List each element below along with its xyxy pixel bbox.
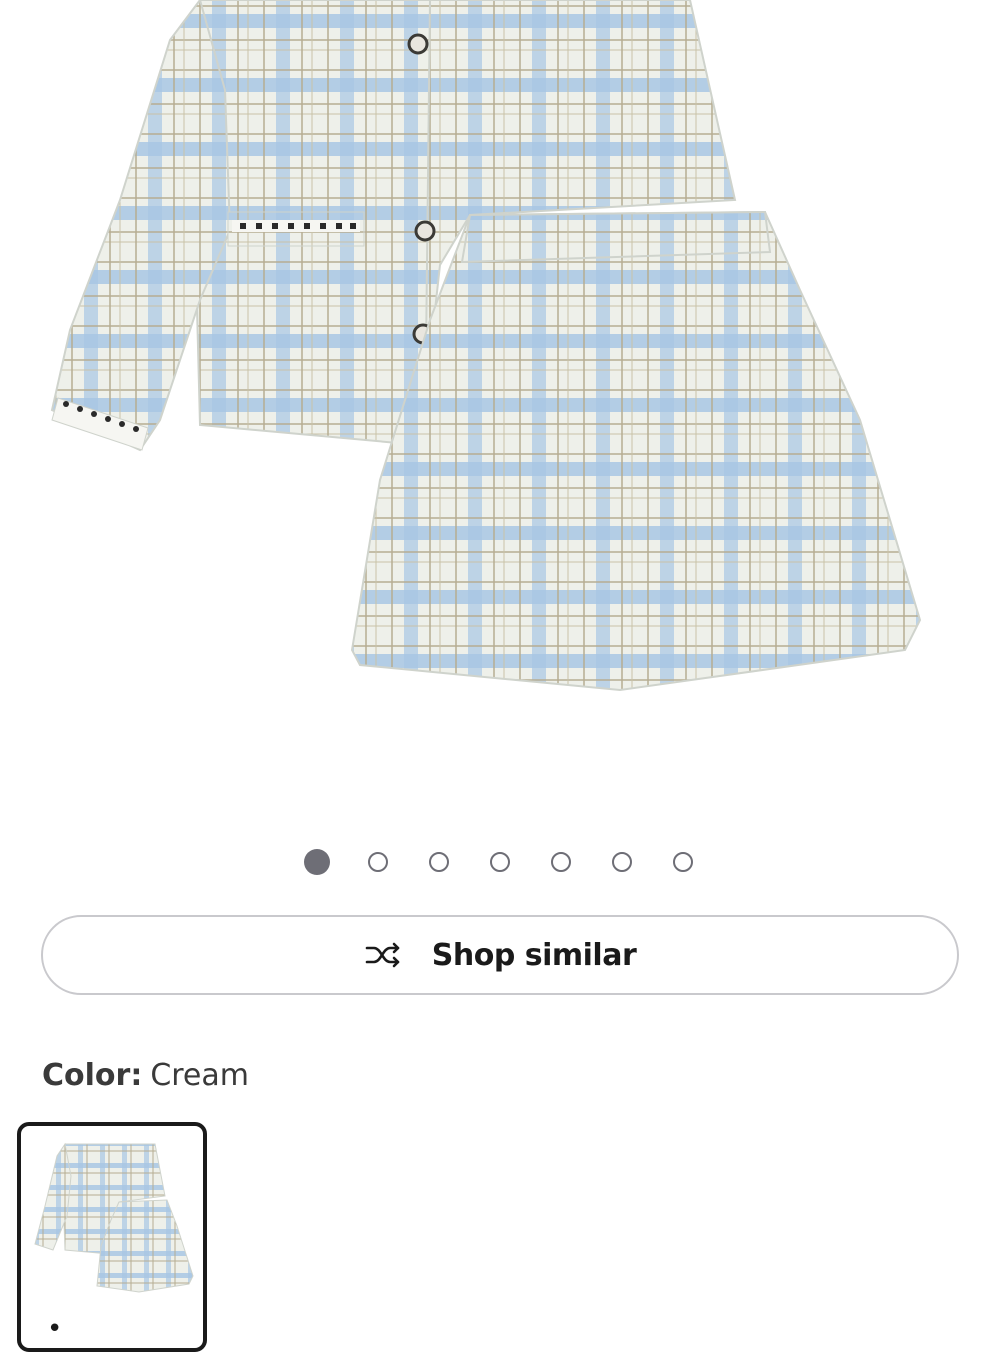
shuffle-icon: [364, 940, 404, 970]
swatch-thumbnail: [34, 1142, 194, 1293]
carousel-dot[interactable]: [673, 852, 693, 872]
tweed-set-illustration: [50, 0, 922, 692]
shop-similar-label: Shop similar: [431, 937, 637, 973]
carousel-dot[interactable]: [304, 849, 330, 875]
color-swatch-cream[interactable]: •: [17, 1122, 207, 1352]
carousel-dot[interactable]: [368, 852, 388, 872]
carousel-indicators: [0, 848, 1000, 880]
color-label: Color:: [42, 1058, 143, 1093]
swatch-caption: •: [47, 1314, 63, 1344]
carousel-dot[interactable]: [429, 852, 449, 872]
color-value: Cream: [150, 1058, 249, 1093]
color-selector-label: Color: Cream: [42, 1058, 249, 1093]
shop-similar-button[interactable]: Shop similar: [41, 915, 959, 995]
carousel-dot[interactable]: [490, 852, 510, 872]
carousel-dot[interactable]: [551, 852, 571, 872]
product-image[interactable]: [0, 0, 1000, 800]
carousel-dot[interactable]: [612, 852, 632, 872]
